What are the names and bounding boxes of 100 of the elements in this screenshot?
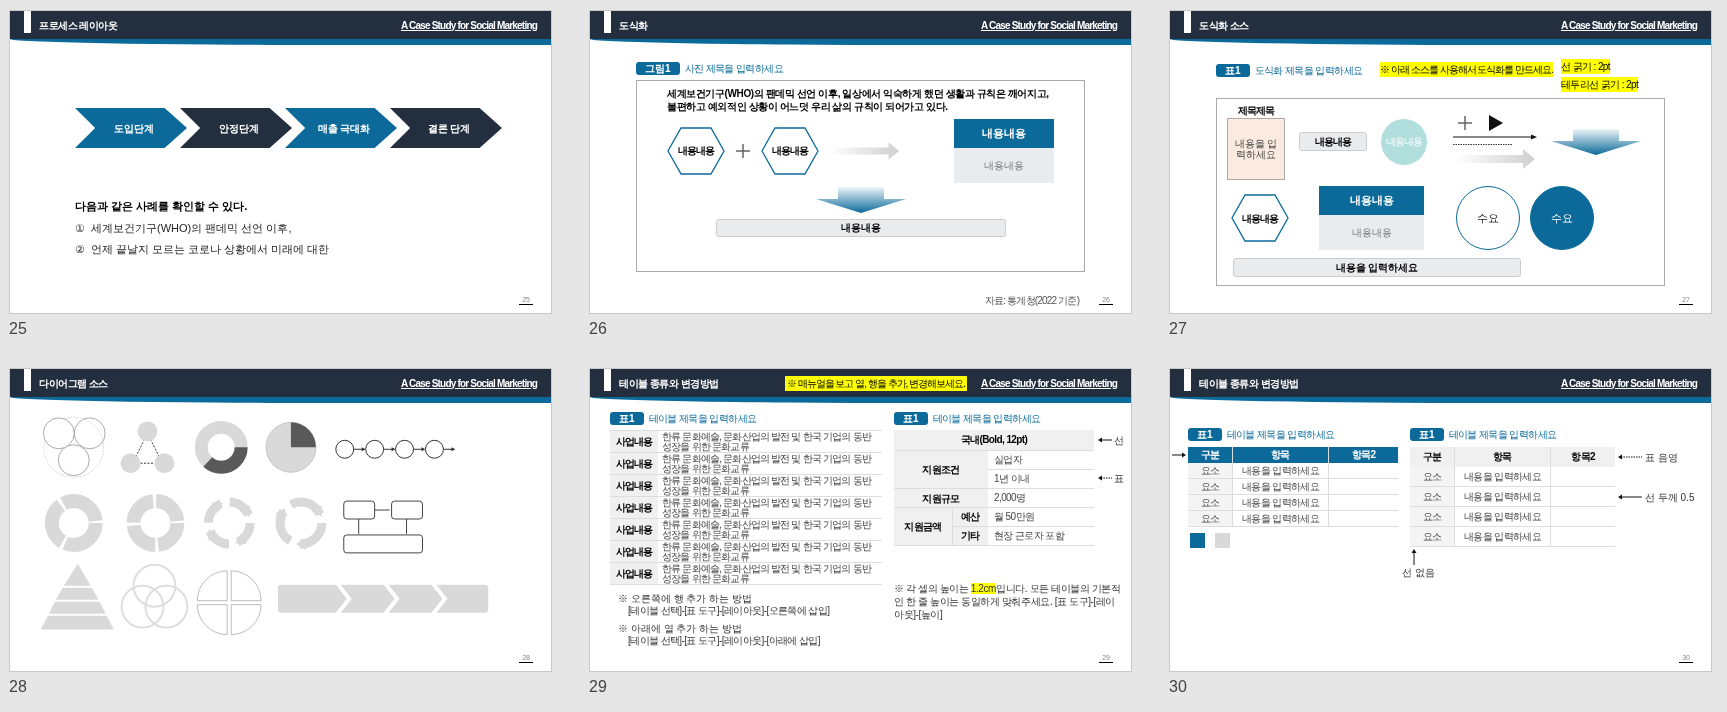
slide-subtitle: A Case Study for Social Marketing — [980, 18, 1117, 33]
card-body: 내용내용 — [1319, 214, 1424, 250]
table-cell: 요소 — [1188, 495, 1232, 511]
tip-title: ※ 아래에 열 추가 하는 방법 — [617, 623, 743, 635]
figure-caption: 테이블 제목을 입력하세요 — [1448, 428, 1557, 442]
venn-diagram-drawing — [120, 563, 189, 629]
annotation-label: 선 없음 — [1402, 566, 1435, 580]
table-cell: 사업내용 — [610, 497, 658, 518]
table-cell: 요소 — [1410, 467, 1454, 487]
figure-caption: 사진 제목을 입력하세요 — [684, 62, 783, 76]
table-cell: 요소 — [1410, 527, 1454, 547]
arrow-left-icon — [1618, 494, 1642, 500]
tip-path: [테이블 선택]-[표 도구]-[레이아웃]-[아래에 삽입] — [627, 635, 821, 647]
slide-thumbnail[interactable] — [589, 368, 1132, 672]
instruction-note: ※ 아래 소스를 사용해서 도식화를 만드세요. — [1380, 62, 1553, 77]
table-cell: 예산 — [952, 508, 988, 527]
card-body: 내용내용 — [954, 147, 1054, 183]
content-bar: 내용내용 — [715, 218, 1006, 237]
figure-text: 세계보건기구(WHO)의 팬데믹 선언 이후, 일상에서 익숙하게 했던 생활과 규칙은 깨어지고, 불편하고 예외적인 상황이 어느덧 우리 삶의 규칙이 되어가고 있다. — [667, 87, 1050, 113]
annotation-label: 선 두께 0.5 — [1645, 490, 1695, 505]
table-cell: 지원조건 — [894, 451, 988, 489]
table-header-cell: 항목2 — [1550, 447, 1615, 467]
arrow-cycle-drawing — [275, 497, 327, 550]
table-cell — [1328, 511, 1398, 527]
table-cell: 내용을 입력하세요 — [1232, 463, 1328, 479]
table-cell: 내용을 입력하세요 — [1454, 487, 1550, 507]
slide-thumbnail[interactable] — [1169, 368, 1712, 672]
table-header-cell: 국내(Bold, 12pt) — [894, 430, 1094, 451]
list-marker: ② — [75, 242, 85, 257]
tip-path: [테이블 선택]-[표 도구]-[레이아웃]-[오른쪽에 삽입] — [627, 605, 831, 617]
down-arrow-icon — [1551, 128, 1641, 155]
table-cell: 지원금액 — [894, 508, 952, 546]
venn-diagram-drawing — [42, 416, 106, 478]
table-cell: 요소 — [1188, 479, 1232, 495]
card-heading: 내용내용 — [954, 119, 1054, 148]
donut-chart-drawing — [194, 420, 248, 474]
slide-subtitle: A Case Study for Social Marketing — [1560, 376, 1697, 391]
arrow-up-icon — [1411, 549, 1417, 565]
content-box: 내용을 입력하세요 — [1227, 118, 1285, 180]
slide-number: 29 — [589, 677, 607, 697]
node-triangle-drawing — [120, 421, 175, 474]
figure-tag: 그림1 — [636, 62, 680, 75]
hexagon-label: 내용내용 — [761, 126, 819, 175]
table-cell-text: 한류 문화예술, 문화산업의 발전 및 한국 기업의 동반 성장을 위한 문화교류 — [661, 431, 873, 452]
table-cell: 내용을 입력하세요 — [1454, 507, 1550, 527]
arrow-left-icon — [1618, 454, 1642, 460]
down-arrow-icon — [815, 186, 906, 213]
content-bar: 내용을 입력하세요 — [1233, 258, 1521, 277]
process-step: 안정단계 — [180, 108, 292, 148]
tip-title: ※ 오른쪽에 행 추가 하는 방법 — [617, 593, 753, 605]
header-accent — [24, 369, 31, 391]
table-cell — [1550, 507, 1615, 527]
slide-number: 30 — [1169, 677, 1187, 697]
figure-caption: 테이블 제목을 입력하세요 — [648, 412, 757, 426]
arrow-right-icon — [1172, 452, 1186, 458]
table-cell: 요소 — [1410, 487, 1454, 507]
play-icon — [1489, 114, 1503, 131]
plus-icon — [735, 142, 751, 159]
cycle-ring-drawing — [44, 494, 103, 552]
plus-icon — [1457, 114, 1473, 131]
table-cell: 내용을 입력하세요 — [1454, 467, 1550, 487]
arrow-cycle-drawing — [203, 497, 255, 549]
slide-subtitle: A Case Study for Social Marketing — [980, 376, 1117, 391]
header-accent — [604, 11, 611, 33]
content-pill: 내용내용 — [1299, 132, 1367, 151]
header-note: ※ 매뉴얼을 보고 열, 행을 추가, 변경해보세요. — [784, 375, 967, 391]
table-cell: 사업내용 — [610, 563, 658, 584]
slide-title: 테이블 종류와 변경방법 — [619, 376, 719, 391]
arrow-left-icon — [1098, 475, 1112, 481]
dotted-line-icon — [1453, 142, 1513, 146]
slide-title: 프로세스 레이아웃 — [39, 18, 118, 33]
slide-title: 도식화 — [619, 18, 648, 33]
source-note: 자료: 통계청(2022 기준) — [984, 295, 1080, 307]
table-cell-text: 한류 문화예술, 문화산업의 발전 및 한국 기업의 동반 성장을 위한 문화교류 — [661, 563, 873, 584]
table-header-cell: 항목 — [1454, 447, 1550, 467]
table-cell-text: 한류 문화예술, 문화산업의 발전 및 한국 기업의 동반 성장을 위한 문화교류 — [661, 453, 873, 474]
card-heading: 내용내용 — [1319, 186, 1424, 215]
table-cell — [1550, 467, 1615, 487]
list-marker: ① — [75, 220, 85, 236]
slide-subtitle: A Case Study for Social Marketing — [1560, 18, 1697, 33]
list-heading: 다음과 같은 사례를 확인할 수 있다. — [75, 199, 249, 214]
table-cell: 월 50만원 — [988, 508, 1094, 527]
slide-title: 테이블 종류와 변경방법 — [1199, 376, 1299, 391]
table-cell-text: 한류 문화예술, 문화산업의 발전 및 한국 기업의 동반 성장을 위한 문화교류 — [661, 541, 873, 562]
annotation-label: 표 — [1114, 471, 1124, 486]
figure-tag: 표1 — [894, 412, 928, 425]
table-cell: 내용을 입력하세요 — [1232, 511, 1328, 527]
table-cell: 요소 — [1188, 511, 1232, 527]
table-cell: 지원규모 — [894, 489, 988, 508]
table-cell — [1328, 479, 1398, 495]
table-cell: 실업자 — [988, 451, 1094, 470]
table-cell: 1년 이내 — [988, 470, 1094, 489]
table-cell: 사업내용 — [610, 519, 658, 540]
slide-title: 다이어그램 소스 — [39, 376, 108, 391]
process-step: 결론 단계 — [390, 108, 502, 148]
header-accent — [1184, 369, 1191, 391]
table-cell — [1328, 495, 1398, 511]
table-cell: 내용을 입력하세요 — [1454, 527, 1550, 547]
table-cell: 사업내용 — [610, 453, 658, 474]
figure-caption: 도식화 제목을 입력하세요 — [1254, 64, 1363, 78]
